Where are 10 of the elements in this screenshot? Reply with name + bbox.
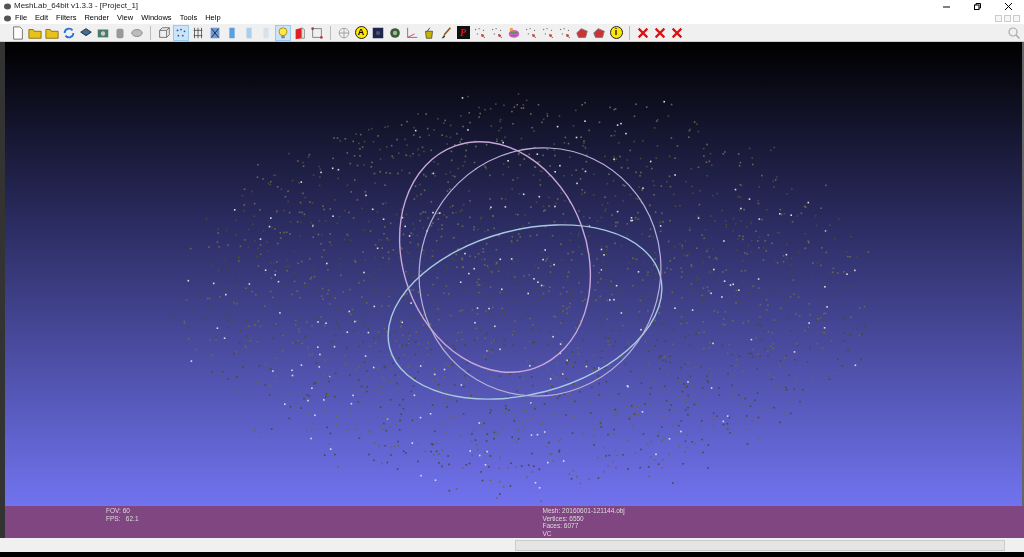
search-icon[interactable] [1008, 27, 1020, 40]
square-letter-button[interactable]: P [455, 24, 471, 41]
lightbulb-icon[interactable] [275, 24, 291, 41]
window-title: MeshLab_64bit v1.3.3 - [Project_1] [14, 0, 139, 12]
vertex-grid-icon[interactable] [309, 24, 325, 41]
document-icon[interactable] [10, 24, 26, 41]
points-icon[interactable] [173, 24, 189, 41]
cube-icon[interactable] [156, 24, 172, 41]
circle-letter-button[interactable]: A [353, 24, 369, 41]
circle-letter-button[interactable]: i [608, 24, 624, 41]
